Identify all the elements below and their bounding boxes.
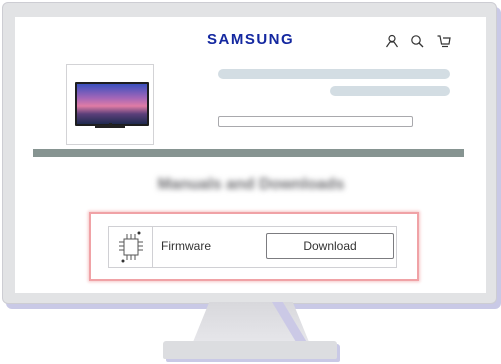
model-input-field[interactable]: [218, 116, 413, 127]
firmware-highlight: Firmware Download: [89, 212, 419, 281]
account-icon[interactable]: [385, 34, 399, 48]
row-separator: [152, 227, 153, 267]
search-icon[interactable]: [410, 34, 424, 48]
firmware-row: Firmware Download: [108, 226, 397, 268]
samsung-logo[interactable]: SAMSUNG: [207, 31, 294, 48]
product-image-card[interactable]: [66, 64, 154, 145]
placeholder-text-line: [330, 86, 450, 96]
tv-stand-base: [95, 125, 125, 128]
download-button[interactable]: Download: [266, 233, 394, 259]
tv-icon: [75, 82, 149, 126]
placeholder-text-line: [218, 69, 450, 79]
cart-icon[interactable]: [437, 34, 451, 48]
firmware-label: Firmware: [161, 239, 211, 253]
chip-icon: [119, 231, 143, 263]
monitor-base: [163, 341, 337, 359]
section-divider: [33, 149, 464, 157]
section-heading: Manuals and Downloads: [157, 176, 345, 193]
